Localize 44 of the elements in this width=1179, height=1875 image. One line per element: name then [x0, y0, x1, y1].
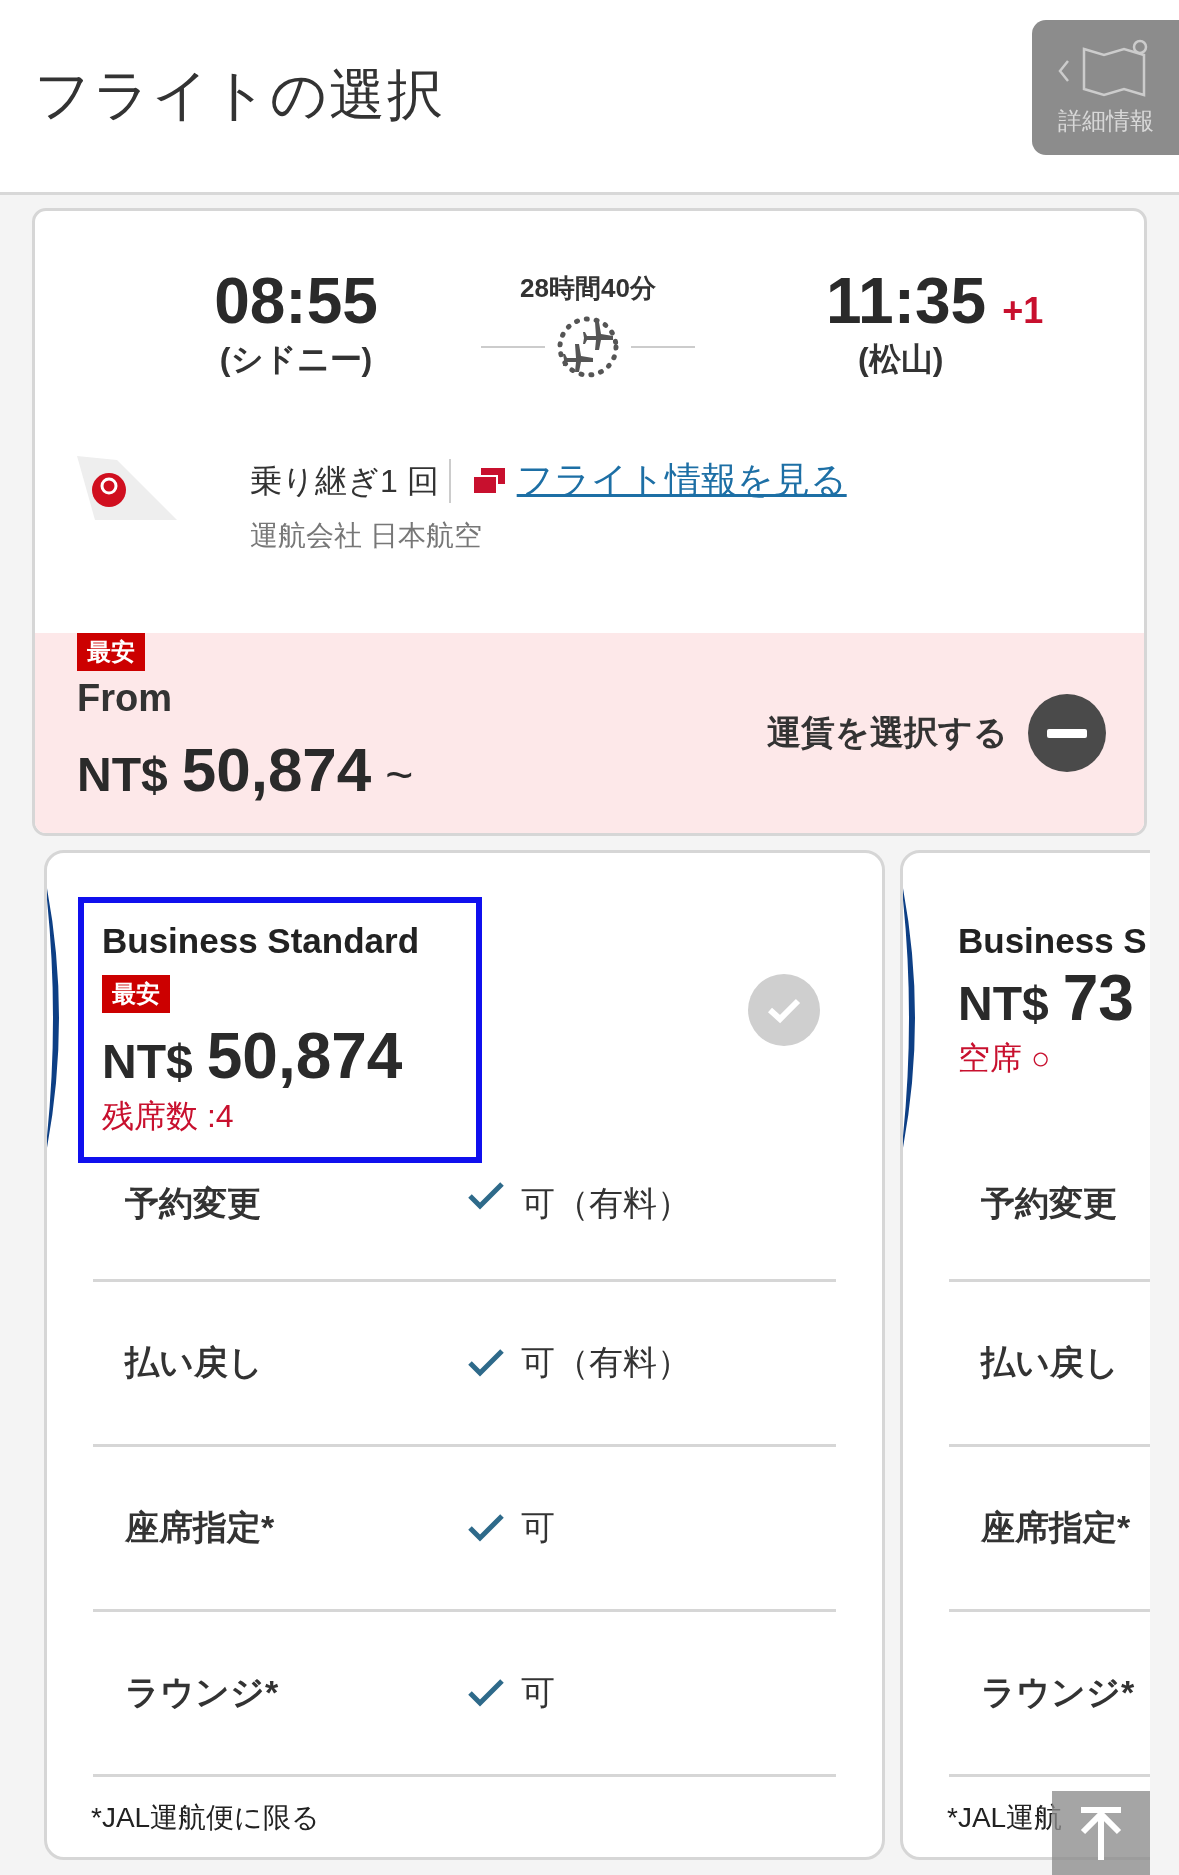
feature-label: 予約変更 — [125, 1183, 262, 1224]
feature-label: 座席指定* — [125, 1507, 276, 1548]
operator-text: 運航会社 日本航空 — [250, 519, 483, 553]
feature-label: 座席指定* — [981, 1507, 1132, 1548]
price-amount: 50,874 — [181, 734, 372, 805]
day-offset: +1 — [1002, 290, 1044, 332]
connection-icon — [555, 314, 621, 380]
feature-label: 払い戻し — [125, 1342, 264, 1383]
fare-card[interactable]: Business Standard 最安 NT$ 50,874 残席数 :4 予約変更 可（有料） 払い戻し 可（有料） 座席指定* 可 ラウンジ* 可 *JAL運航便に限る — [44, 850, 885, 1860]
arrival-city: (松山) — [858, 340, 944, 379]
arrival-time: 11:35 — [826, 264, 987, 339]
seat-availability: 残席数 :4 — [102, 1097, 235, 1136]
feature-label: 払い戻し — [981, 1342, 1120, 1383]
departure-time: 08:55 — [214, 264, 378, 339]
feature-label: ラウンジ* — [981, 1672, 1136, 1713]
connection-count: 乗り継ぎ1 回 — [250, 458, 451, 503]
feature-label: 予約変更 — [981, 1183, 1118, 1224]
flight-duration: 28時間40分 — [520, 272, 656, 305]
fare-name: Business Standard — [102, 921, 421, 961]
footnote: *JAL運航 — [947, 1801, 1063, 1835]
price-amount: 50,874 — [206, 1019, 403, 1093]
feature-value: 可 — [521, 1672, 555, 1713]
cheapest-badge: 最安 — [102, 975, 170, 1013]
footnote: *JAL運航便に限る — [91, 1801, 321, 1835]
feature-label: ラウンジ* — [125, 1672, 280, 1713]
feature-value: 可（有料） — [521, 1183, 691, 1224]
fare-name: Business S — [958, 921, 1148, 961]
seat-availability: 空席 ○ — [958, 1039, 1052, 1078]
arrow-up-icon — [1079, 1806, 1123, 1860]
departure-city: (シドニー) — [219, 340, 373, 379]
flight-info-link[interactable]: フライト情報を見る — [516, 456, 847, 505]
price-suffix: ~ — [385, 747, 414, 802]
select-fare-button[interactable]: 運賃を選択する — [767, 694, 1106, 772]
currency: NT$ — [77, 747, 168, 802]
fare-card[interactable]: Business S NT$ 73 空席 ○ 予約変更 払い戻し 座席指定* ラウンジ* *JAL運航 — [900, 850, 1150, 1860]
currency: NT$ — [102, 1034, 193, 1089]
feature-value: 可 — [521, 1507, 555, 1548]
cheapest-badge: 最安 — [77, 633, 145, 671]
window-icon — [472, 467, 505, 494]
currency: NT$ — [958, 976, 1049, 1031]
page-title: フライトの選択 — [34, 62, 445, 128]
price-amount: 73 — [1062, 961, 1134, 1035]
feature-value: 可（有料） — [521, 1342, 691, 1383]
from-label: From — [77, 677, 173, 720]
